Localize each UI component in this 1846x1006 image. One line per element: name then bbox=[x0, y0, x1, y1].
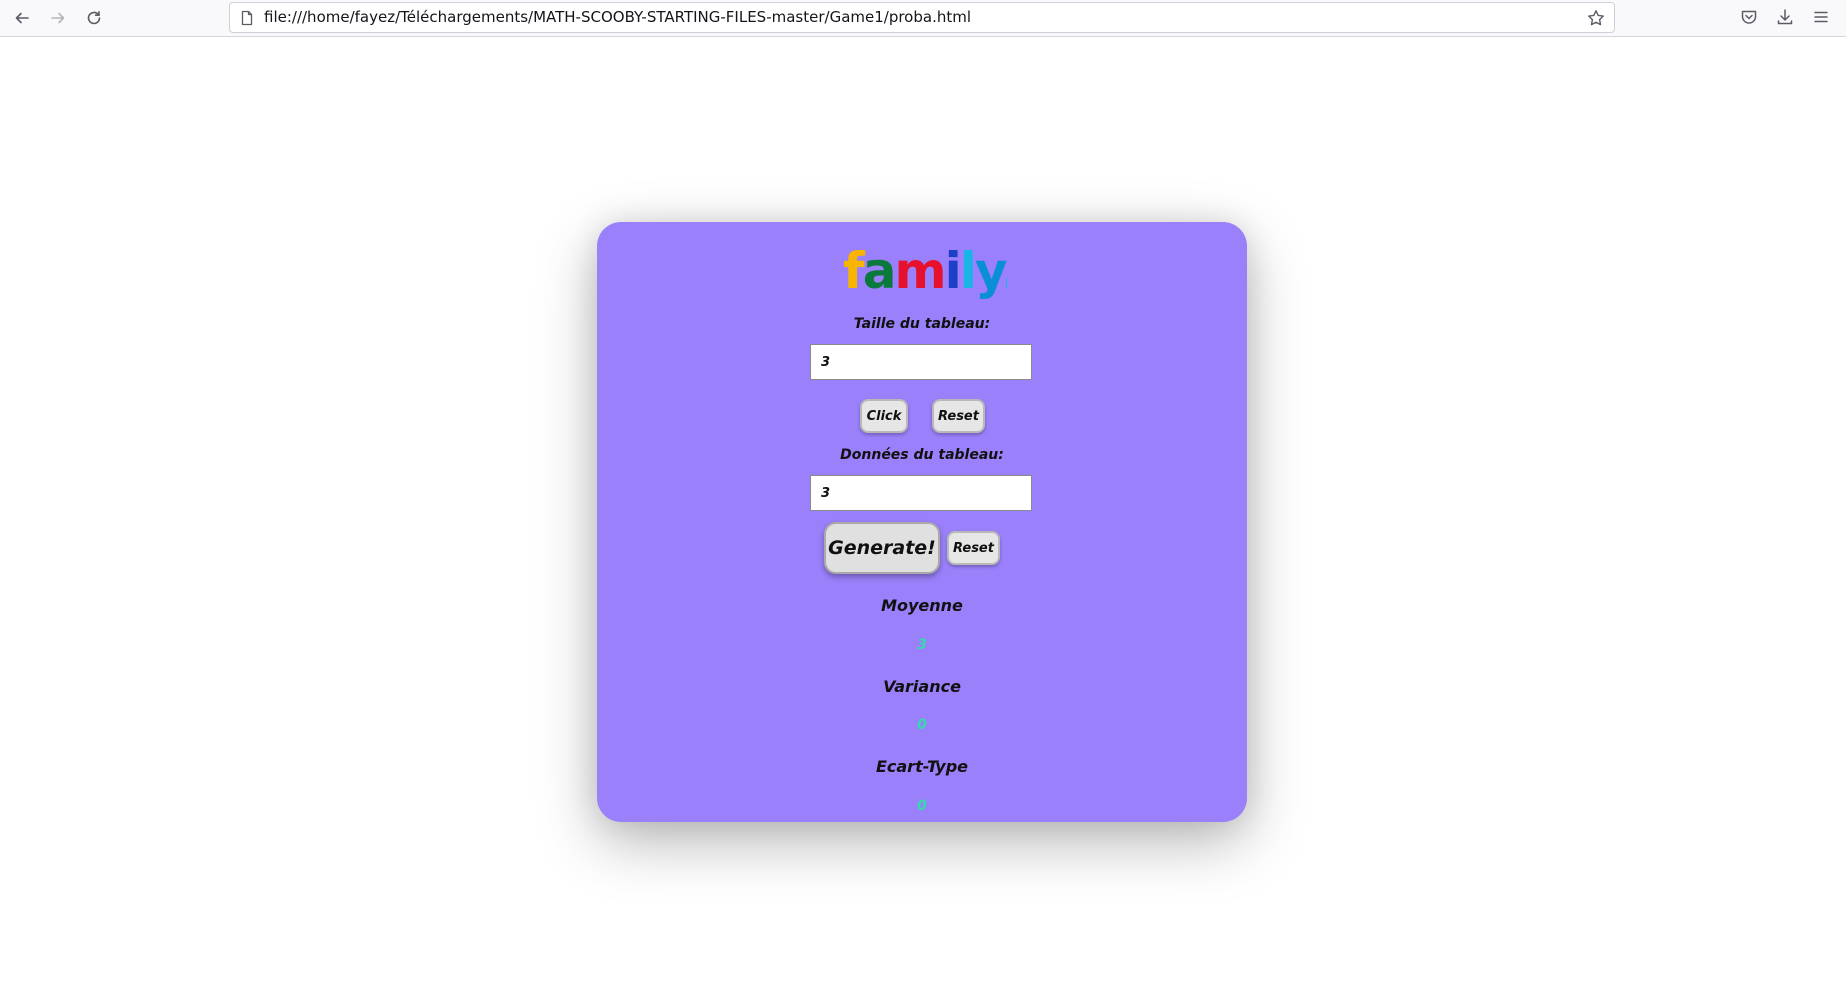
logo-dot: . bbox=[1001, 242, 1007, 300]
size-label: Taille du tableau: bbox=[853, 316, 991, 332]
generate-button[interactable]: Generate! bbox=[824, 522, 940, 574]
click-button[interactable]: Click bbox=[860, 399, 908, 433]
url-text[interactable]: file:///home/fayez/Téléchargements/MATH-… bbox=[264, 3, 971, 32]
logo-letter-a: a bbox=[863, 242, 895, 300]
mean-title: Moyenne bbox=[881, 596, 963, 615]
download-icon bbox=[1777, 9, 1793, 25]
star-icon[interactable] bbox=[1587, 9, 1605, 27]
reload-icon bbox=[87, 11, 101, 25]
family-logo: family. bbox=[597, 240, 1247, 310]
stddev-title: Ecart-Type bbox=[875, 757, 969, 776]
downloads-button[interactable] bbox=[1775, 7, 1795, 27]
hamburger-menu-icon bbox=[1814, 11, 1828, 23]
family-logo-graphic: family. bbox=[843, 242, 1020, 300]
pocket-icon bbox=[1741, 10, 1757, 24]
forward-button[interactable] bbox=[46, 6, 70, 30]
stddev-value: 0 bbox=[917, 798, 927, 814]
data-reset-button[interactable]: Reset bbox=[947, 531, 1000, 565]
reload-button[interactable] bbox=[82, 6, 106, 30]
menu-button[interactable] bbox=[1811, 7, 1831, 27]
logo-letter-i: i bbox=[945, 242, 960, 300]
page-icon bbox=[241, 10, 253, 26]
app-card: family. Taille du tableau: Click Reset D… bbox=[597, 222, 1247, 822]
logo-letter-m: m bbox=[895, 242, 945, 300]
data-label: Données du tableau: bbox=[840, 447, 1004, 463]
data-input[interactable] bbox=[810, 475, 1032, 511]
pocket-button[interactable] bbox=[1739, 7, 1759, 27]
svg-text:family.: family. bbox=[843, 242, 1007, 300]
url-bar[interactable]: file:///home/fayez/Téléchargements/MATH-… bbox=[229, 2, 1615, 33]
browser-toolbar: file:///home/fayez/Téléchargements/MATH-… bbox=[0, 0, 1846, 37]
mean-value: 3 bbox=[917, 637, 927, 653]
logo-letter-l: l bbox=[960, 242, 975, 300]
arrow-left-icon bbox=[15, 12, 29, 24]
variance-value: 0 bbox=[917, 717, 927, 733]
size-input[interactable] bbox=[810, 344, 1032, 380]
size-reset-button[interactable]: Reset bbox=[932, 399, 985, 433]
variance-title: Variance bbox=[883, 677, 961, 696]
back-button[interactable] bbox=[10, 6, 34, 30]
arrow-right-icon bbox=[51, 12, 65, 24]
